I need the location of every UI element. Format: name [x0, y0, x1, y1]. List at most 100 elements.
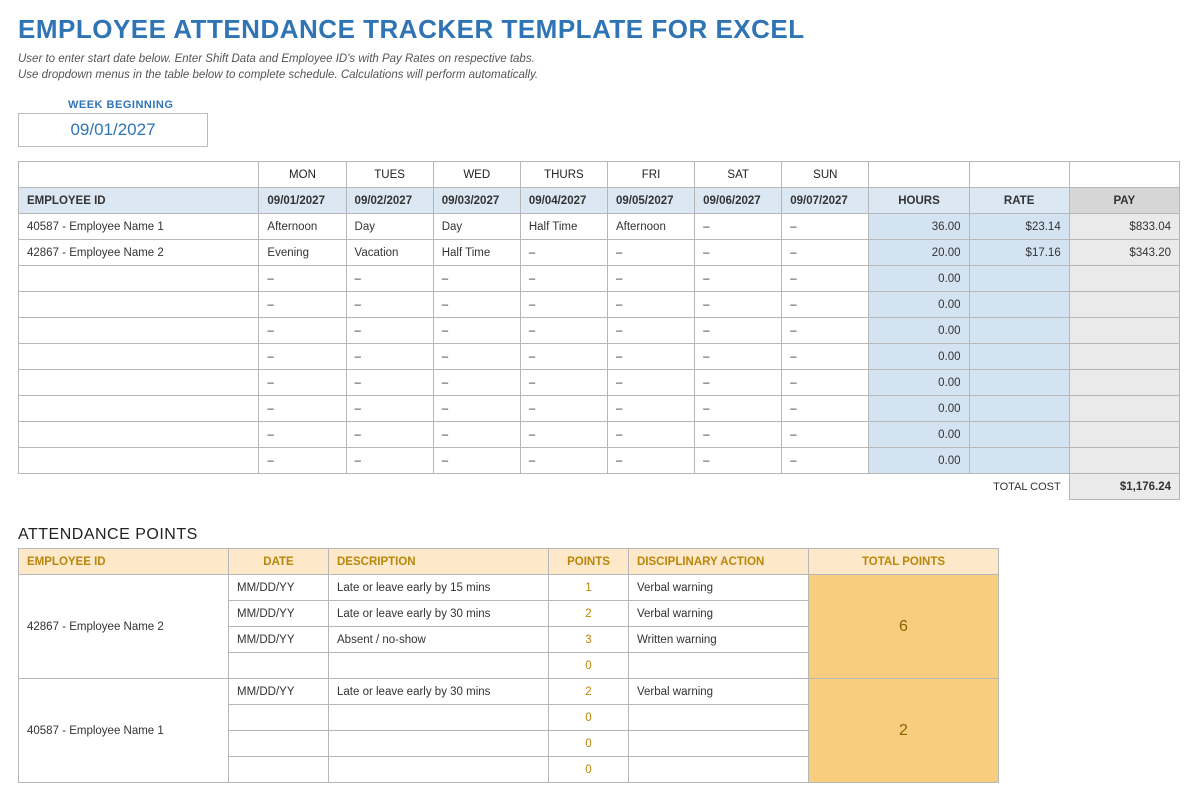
shift-cell[interactable]: Day [433, 214, 520, 240]
employee-cell[interactable] [19, 344, 259, 370]
shift-cell[interactable]: – [346, 396, 433, 422]
points-date-cell[interactable]: MM/DD/YY [229, 627, 329, 653]
shift-cell[interactable]: – [782, 422, 869, 448]
shift-cell[interactable]: – [346, 422, 433, 448]
employee-cell[interactable] [19, 396, 259, 422]
points-desc-cell[interactable] [329, 653, 549, 679]
shift-cell[interactable]: – [782, 240, 869, 266]
shift-cell[interactable]: – [695, 396, 782, 422]
shift-cell[interactable]: – [782, 292, 869, 318]
employee-cell[interactable] [19, 370, 259, 396]
shift-cell[interactable]: – [607, 422, 694, 448]
points-desc-cell[interactable]: Late or leave early by 30 mins [329, 601, 549, 627]
shift-cell[interactable]: – [520, 266, 607, 292]
shift-cell[interactable]: – [520, 292, 607, 318]
points-action-cell[interactable]: Verbal warning [629, 575, 809, 601]
points-employee-cell[interactable]: 42867 - Employee Name 2 [19, 575, 229, 679]
shift-cell[interactable]: – [607, 318, 694, 344]
points-employee-cell[interactable]: 40587 - Employee Name 1 [19, 679, 229, 783]
shift-cell[interactable]: – [607, 292, 694, 318]
shift-cell[interactable]: Afternoon [607, 214, 694, 240]
shift-cell[interactable]: – [782, 396, 869, 422]
shift-cell[interactable]: – [346, 448, 433, 474]
shift-cell[interactable]: – [520, 422, 607, 448]
shift-cell[interactable]: – [607, 396, 694, 422]
employee-cell[interactable] [19, 292, 259, 318]
shift-cell[interactable]: – [433, 344, 520, 370]
shift-cell[interactable]: – [433, 318, 520, 344]
points-action-cell[interactable] [629, 653, 809, 679]
shift-cell[interactable]: – [520, 370, 607, 396]
shift-cell[interactable]: – [259, 422, 346, 448]
shift-cell[interactable]: – [346, 292, 433, 318]
points-desc-cell[interactable] [329, 757, 549, 783]
shift-cell[interactable]: – [782, 370, 869, 396]
shift-cell[interactable]: Half Time [520, 214, 607, 240]
points-action-cell[interactable] [629, 705, 809, 731]
shift-cell[interactable]: – [695, 370, 782, 396]
shift-cell[interactable]: – [259, 318, 346, 344]
shift-cell[interactable]: – [259, 344, 346, 370]
shift-cell[interactable]: – [259, 266, 346, 292]
shift-cell[interactable]: – [782, 266, 869, 292]
shift-cell[interactable]: – [695, 422, 782, 448]
shift-cell[interactable]: – [695, 448, 782, 474]
points-date-cell[interactable]: MM/DD/YY [229, 601, 329, 627]
shift-cell[interactable]: – [433, 370, 520, 396]
shift-cell[interactable]: – [782, 214, 869, 240]
employee-cell[interactable] [19, 318, 259, 344]
points-desc-cell[interactable]: Late or leave early by 15 mins [329, 575, 549, 601]
shift-cell[interactable]: – [782, 344, 869, 370]
points-desc-cell[interactable]: Late or leave early by 30 mins [329, 679, 549, 705]
employee-cell[interactable] [19, 448, 259, 474]
shift-cell[interactable]: Afternoon [259, 214, 346, 240]
employee-cell[interactable]: 42867 - Employee Name 2 [19, 240, 259, 266]
points-date-cell[interactable]: MM/DD/YY [229, 679, 329, 705]
points-date-cell[interactable] [229, 705, 329, 731]
shift-cell[interactable]: – [607, 266, 694, 292]
shift-cell[interactable]: – [782, 448, 869, 474]
shift-cell[interactable]: – [520, 240, 607, 266]
shift-cell[interactable]: – [433, 292, 520, 318]
employee-cell[interactable]: 40587 - Employee Name 1 [19, 214, 259, 240]
shift-cell[interactable]: – [607, 344, 694, 370]
shift-cell[interactable]: – [520, 448, 607, 474]
shift-cell[interactable]: Vacation [346, 240, 433, 266]
points-desc-cell[interactable] [329, 705, 549, 731]
points-action-cell[interactable] [629, 731, 809, 757]
shift-cell[interactable]: – [259, 448, 346, 474]
shift-cell[interactable]: – [607, 240, 694, 266]
shift-cell[interactable]: – [346, 318, 433, 344]
points-desc-cell[interactable]: Absent / no-show [329, 627, 549, 653]
points-desc-cell[interactable] [329, 731, 549, 757]
shift-cell[interactable]: – [695, 240, 782, 266]
points-action-cell[interactable]: Verbal warning [629, 679, 809, 705]
shift-cell[interactable]: – [433, 266, 520, 292]
shift-cell[interactable]: – [695, 214, 782, 240]
points-date-cell[interactable] [229, 731, 329, 757]
shift-cell[interactable]: – [520, 396, 607, 422]
shift-cell[interactable]: – [520, 318, 607, 344]
shift-cell[interactable]: – [433, 396, 520, 422]
points-date-cell[interactable]: MM/DD/YY [229, 575, 329, 601]
shift-cell[interactable]: – [433, 422, 520, 448]
points-action-cell[interactable]: Verbal warning [629, 601, 809, 627]
shift-cell[interactable]: – [259, 370, 346, 396]
points-action-cell[interactable]: Written warning [629, 627, 809, 653]
employee-cell[interactable] [19, 266, 259, 292]
shift-cell[interactable]: – [259, 396, 346, 422]
shift-cell[interactable]: Evening [259, 240, 346, 266]
week-beginning-input[interactable]: 09/01/2027 [18, 113, 208, 147]
shift-cell[interactable]: Half Time [433, 240, 520, 266]
points-action-cell[interactable] [629, 757, 809, 783]
points-date-cell[interactable] [229, 757, 329, 783]
shift-cell[interactable]: – [259, 292, 346, 318]
shift-cell[interactable]: – [433, 448, 520, 474]
shift-cell[interactable]: – [695, 266, 782, 292]
shift-cell[interactable]: – [782, 318, 869, 344]
points-date-cell[interactable] [229, 653, 329, 679]
shift-cell[interactable]: – [607, 370, 694, 396]
shift-cell[interactable]: – [346, 370, 433, 396]
shift-cell[interactable]: – [346, 344, 433, 370]
employee-cell[interactable] [19, 422, 259, 448]
